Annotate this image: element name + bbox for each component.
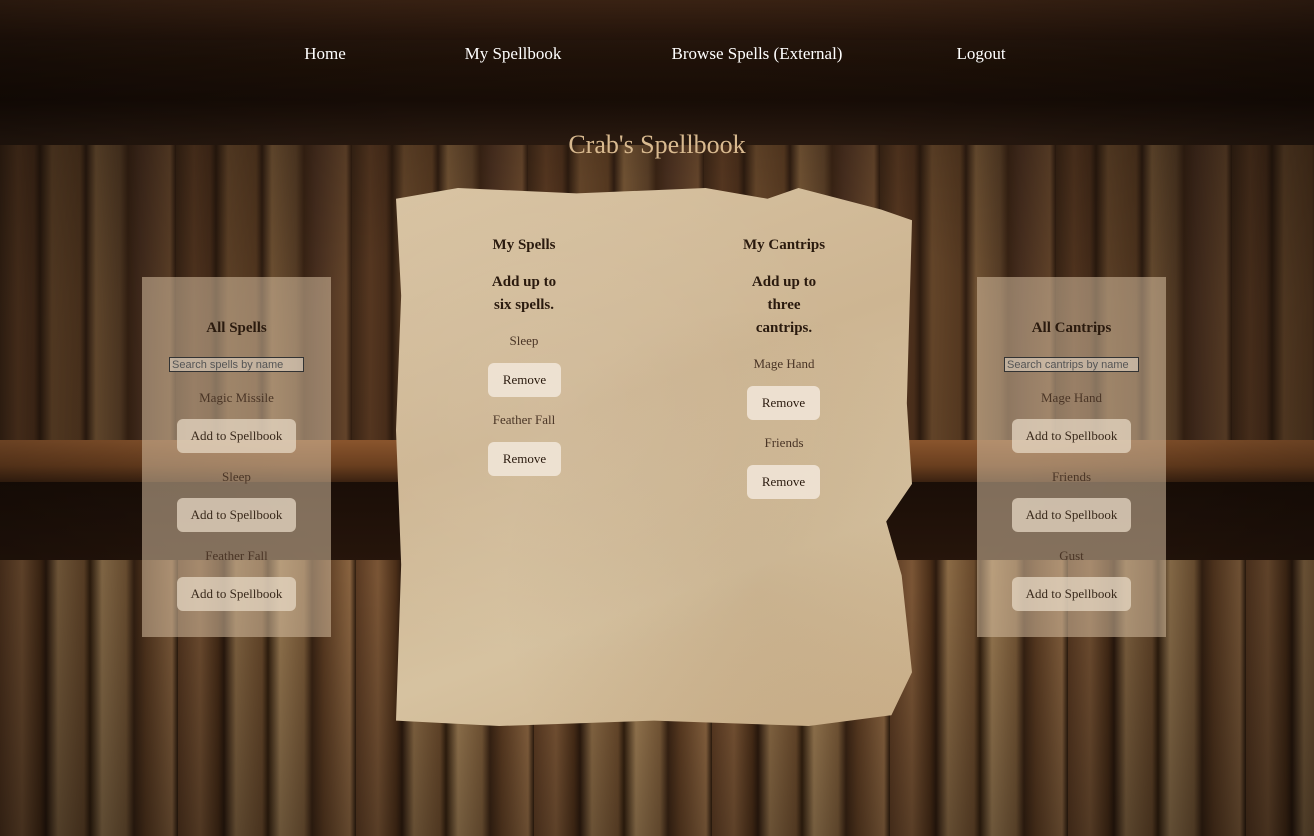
- remove-spell-button[interactable]: Remove: [488, 363, 561, 397]
- add-to-spellbook-button[interactable]: Add to Spellbook: [177, 577, 296, 611]
- my-spell-item: Sleep: [509, 333, 539, 348]
- spell-list-item: Feather Fall: [205, 548, 268, 563]
- remove-cantrip-button[interactable]: Remove: [747, 386, 820, 420]
- spell-list-item: Sleep: [222, 469, 251, 484]
- spell-search-input[interactable]: [169, 357, 304, 372]
- my-cantrips-note: Add up to three cantrips.: [751, 274, 817, 336]
- all-cantrips-title: All Cantrips: [1031, 320, 1112, 336]
- remove-spell-button[interactable]: Remove: [488, 442, 561, 476]
- cantrip-search-input[interactable]: [1004, 357, 1139, 372]
- page-title: Crab's Spellbook: [568, 130, 746, 159]
- nav-logout-link[interactable]: Logout: [956, 44, 1005, 64]
- add-to-spellbook-button[interactable]: Add to Spellbook: [177, 498, 296, 532]
- cantrip-list-item: Mage Hand: [1040, 390, 1102, 405]
- my-cantrip-item: Friends: [764, 435, 804, 450]
- cantrip-list-item: Gust: [1059, 548, 1084, 563]
- my-spells-title: My Spells: [492, 237, 556, 253]
- my-cantrip-item: Mage Hand: [753, 356, 815, 371]
- nav-my-spellbook-link[interactable]: My Spellbook: [465, 44, 562, 64]
- nav-browse-spells-link[interactable]: Browse Spells (External): [672, 44, 843, 64]
- add-to-spellbook-button[interactable]: Add to Spellbook: [1012, 498, 1131, 532]
- all-cantrips-panel: All Cantrips Mage Hand Add to Spellbook …: [977, 277, 1166, 637]
- my-spell-item: Feather Fall: [492, 412, 556, 427]
- all-spells-panel: All Spells Magic Missile Add to Spellboo…: [142, 277, 331, 637]
- main-nav: Home My Spellbook Browse Spells (Externa…: [0, 44, 1314, 68]
- add-to-spellbook-button[interactable]: Add to Spellbook: [177, 419, 296, 453]
- remove-cantrip-button[interactable]: Remove: [747, 465, 820, 499]
- nav-home-link[interactable]: Home: [304, 44, 346, 64]
- my-spells-note: Add up to six spells.: [491, 274, 557, 313]
- spellbook-parchment: My Spells Add up to six spells. Sleep Re…: [396, 188, 912, 726]
- cantrip-list-item: Friends: [1052, 469, 1091, 484]
- my-cantrips-title: My Cantrips: [742, 237, 826, 253]
- add-to-spellbook-button[interactable]: Add to Spellbook: [1012, 419, 1131, 453]
- all-spells-title: All Spells: [206, 320, 267, 336]
- add-to-spellbook-button[interactable]: Add to Spellbook: [1012, 577, 1131, 611]
- spell-list-item: Magic Missile: [199, 390, 274, 405]
